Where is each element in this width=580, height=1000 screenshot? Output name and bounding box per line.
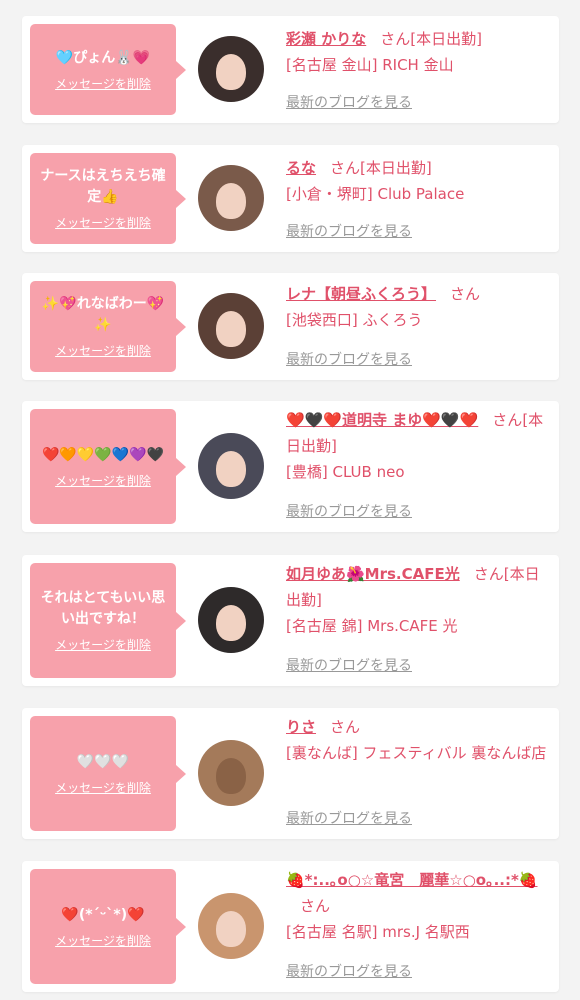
delete-message-link[interactable]: メッセージを削除 (55, 214, 151, 231)
honorific: さん (473, 565, 504, 583)
cast-info: りさ さん [裏なんば] フェスティバル 裏なんば店 (286, 714, 548, 766)
shop-name: [名古屋 金山] RICH 金山 (286, 56, 454, 74)
shop-name: [小倉・堺町] Club Palace (286, 185, 465, 203)
delete-message-link[interactable]: メッセージを削除 (55, 636, 151, 653)
message-bubble: ❤️🧡💛💚💙💜🖤 メッセージを削除 (30, 409, 186, 524)
cast-info: 彩瀬 かりな さん[本日出勤] [名古屋 金山] RICH 金山 (286, 26, 548, 78)
latest-blog-link[interactable]: 最新のブログを見る (286, 961, 412, 981)
list-item: ❤️🧡💛💚💙💜🖤 メッセージを削除 ❤️🖤❤️道明寺 まゆ❤️🖤❤️ さん[本日出… (22, 401, 559, 532)
message-bubble: それはとてもいい思い出ですね！ メッセージを削除 (30, 563, 186, 678)
avatar[interactable] (198, 36, 264, 102)
cast-name-link[interactable]: 如月ゆあ🌺Mrs.CAFE光 (286, 565, 460, 583)
delete-message-link[interactable]: メッセージを削除 (55, 932, 151, 949)
list-item: ❤️(*ˊᵕˋ*)❤️ メッセージを削除 🍓*:..｡o○☆竜宮 麗華☆○o｡.… (22, 861, 559, 992)
favorite-list: 🩵ぴょん🐰💗 メッセージを削除 彩瀬 かりな さん[本日出勤] [名古屋 金山] … (0, 0, 580, 1000)
cast-name-link[interactable]: 🍓*:..｡o○☆竜宮 麗華☆○o｡..:*🍓 (286, 871, 538, 889)
message-bubble: ナースはえちえち確定👍 メッセージを削除 (30, 153, 186, 244)
latest-blog-link[interactable]: 最新のブログを見る (286, 501, 412, 521)
avatar[interactable] (198, 433, 264, 499)
list-item: 🤍🤍🤍 メッセージを削除 りさ さん [裏なんば] フェスティバル 裏なんば店 最… (22, 708, 559, 839)
cast-name-link[interactable]: レナ【朝昼ふくろう】 (286, 285, 436, 303)
shop-name: [裏なんば] フェスティバル 裏なんば店 (286, 744, 547, 762)
delete-message-link[interactable]: メッセージを削除 (55, 75, 151, 92)
cast-info: ❤️🖤❤️道明寺 まゆ❤️🖤❤️ さん[本日出勤] [豊橋] CLUB neo (286, 407, 548, 485)
delete-message-link[interactable]: メッセージを削除 (55, 342, 151, 359)
message-text: ❤️(*ˊᵕˋ*)❤️ (61, 906, 145, 923)
latest-blog-link[interactable]: 最新のブログを見る (286, 349, 412, 369)
message-bubble: 🩵ぴょん🐰💗 メッセージを削除 (30, 24, 186, 115)
honorific: さん (330, 159, 361, 177)
delete-message-link[interactable]: メッセージを削除 (55, 472, 151, 489)
message-text: 🤍🤍🤍 (76, 753, 130, 770)
list-item: ✨💖れなばわー💖✨ メッセージを削除 レナ【朝昼ふくろう】 さん [池袋西口] ふ… (22, 273, 559, 380)
cast-info: レナ【朝昼ふくろう】 さん [池袋西口] ふくろう (286, 281, 548, 333)
honorific: さん (492, 411, 523, 429)
status-badge: [本日出勤] (410, 30, 482, 48)
honorific: さん (450, 285, 481, 303)
cast-name-link[interactable]: りさ (286, 718, 316, 736)
avatar[interactable] (198, 893, 264, 959)
cast-info: 🍓*:..｡o○☆竜宮 麗華☆○o｡..:*🍓 さん [名古屋 名駅] mrs.J… (286, 867, 548, 945)
message-bubble: ❤️(*ˊᵕˋ*)❤️ メッセージを削除 (30, 869, 186, 984)
avatar-face (216, 183, 246, 219)
avatar-face (216, 758, 246, 794)
avatar[interactable] (198, 293, 264, 359)
latest-blog-link[interactable]: 最新のブログを見る (286, 655, 412, 675)
avatar-face (216, 911, 246, 947)
list-item: 🩵ぴょん🐰💗 メッセージを削除 彩瀬 かりな さん[本日出勤] [名古屋 金山] … (22, 16, 559, 123)
message-bubble: 🤍🤍🤍 メッセージを削除 (30, 716, 186, 831)
avatar-face (216, 451, 246, 487)
cast-name-link[interactable]: 彩瀬 かりな (286, 30, 366, 48)
cast-info: 如月ゆあ🌺Mrs.CAFE光 さん[本日出勤] [名古屋 錦] Mrs.CAFE … (286, 561, 548, 639)
shop-name: [池袋西口] ふくろう (286, 311, 423, 329)
cast-info: るな さん[本日出勤] [小倉・堺町] Club Palace (286, 155, 548, 207)
cast-name-link[interactable]: るな (286, 159, 316, 177)
status-badge: [本日出勤] (360, 159, 432, 177)
shop-name: [豊橋] CLUB neo (286, 463, 405, 481)
latest-blog-link[interactable]: 最新のブログを見る (286, 808, 412, 828)
avatar-face (216, 605, 246, 641)
list-item: ナースはえちえち確定👍 メッセージを削除 るな さん[本日出勤] [小倉・堺町] … (22, 145, 559, 252)
message-bubble: ✨💖れなばわー💖✨ メッセージを削除 (30, 281, 186, 372)
message-text: ✨💖れなばわー💖✨ (41, 296, 165, 333)
latest-blog-link[interactable]: 最新のブログを見る (286, 92, 412, 112)
avatar-face (216, 311, 246, 347)
delete-message-link[interactable]: メッセージを削除 (55, 779, 151, 796)
message-text: それはとてもいい思い出ですね！ (40, 590, 166, 627)
message-text: ❤️🧡💛💚💙💜🖤 (41, 446, 165, 463)
honorific: さん (380, 30, 411, 48)
cast-name-link[interactable]: ❤️🖤❤️道明寺 まゆ❤️🖤❤️ (286, 411, 478, 429)
message-text: 🩵ぴょん🐰💗 (55, 49, 151, 66)
avatar[interactable] (198, 165, 264, 231)
avatar-face (216, 54, 246, 90)
avatar[interactable] (198, 587, 264, 653)
honorific: さん (330, 718, 361, 736)
list-item: それはとてもいい思い出ですね！ メッセージを削除 如月ゆあ🌺Mrs.CAFE光さ… (22, 555, 559, 686)
latest-blog-link[interactable]: 最新のブログを見る (286, 221, 412, 241)
avatar[interactable] (198, 740, 264, 806)
message-text: ナースはえちえち確定👍 (40, 168, 166, 205)
shop-name: [名古屋 名駅] mrs.J 名駅西 (286, 923, 470, 941)
honorific: さん (300, 897, 331, 915)
shop-name: [名古屋 錦] Mrs.CAFE 光 (286, 617, 458, 635)
